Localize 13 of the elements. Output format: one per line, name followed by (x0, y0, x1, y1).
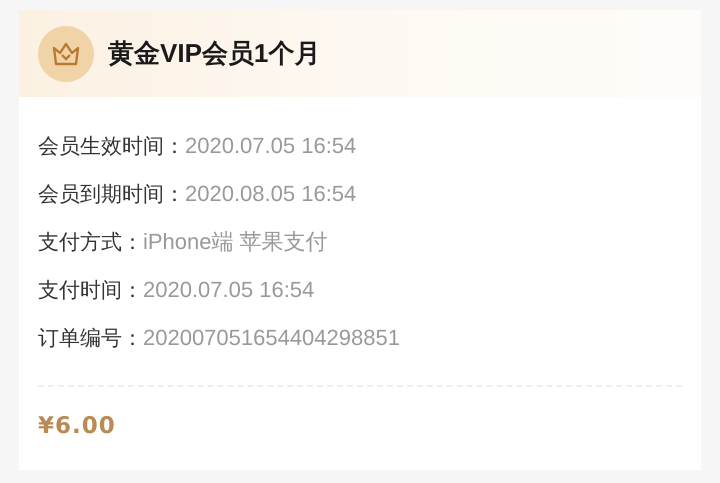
price: ¥6.00 (38, 413, 116, 439)
detail-label: 会员到期时间： (38, 181, 185, 208)
detail-value: 2020.07.05 16:54 (185, 133, 356, 159)
detail-label: 会员生效时间： (38, 133, 185, 160)
detail-label: 订单编号： (38, 325, 143, 352)
crown-icon (38, 26, 94, 82)
product-title: 黄金VIP会员1个月 (108, 37, 320, 70)
detail-label: 支付时间： (38, 277, 143, 304)
detail-value: iPhone端 苹果支付 (143, 228, 328, 256)
detail-value: 2020.07.05 16:54 (143, 277, 314, 303)
detail-label: 支付方式： (38, 229, 143, 256)
detail-value: 2020.08.05 16:54 (185, 181, 356, 207)
detail-value: 202007051654404298851 (143, 325, 400, 351)
